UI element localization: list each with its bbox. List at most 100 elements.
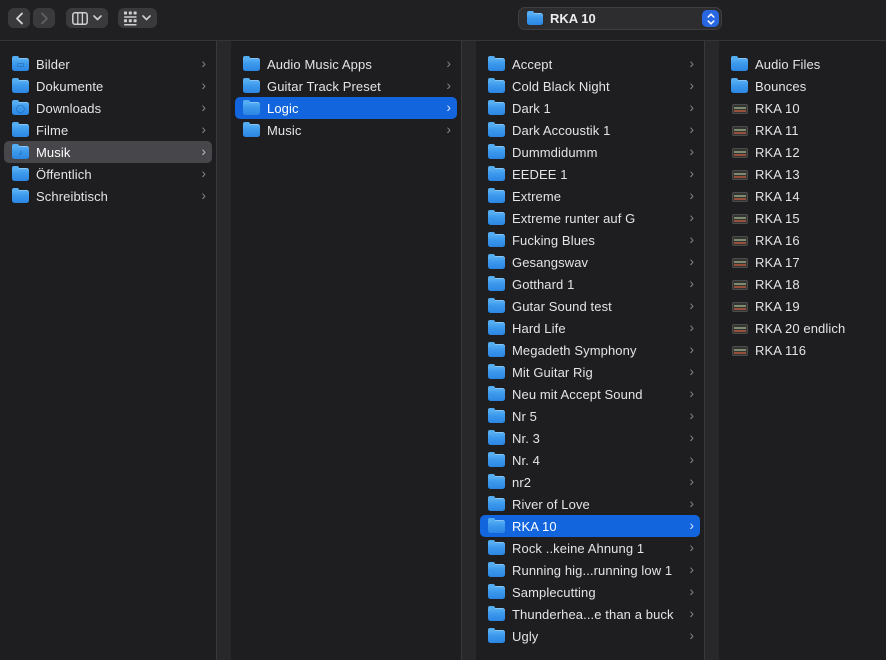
- list-item[interactable]: RKA 20 endlich: [723, 317, 882, 339]
- folder-icon: [488, 146, 505, 159]
- list-item[interactable]: Dummdidumm›: [480, 141, 700, 163]
- list-item[interactable]: RKA 116: [723, 339, 882, 361]
- list-item[interactable]: Rock ..keine Ahnung 1›: [480, 537, 700, 559]
- list-item[interactable]: RKA 16: [723, 229, 882, 251]
- list-item[interactable]: nr2›: [480, 471, 700, 493]
- folder-music-icon: ♪: [12, 146, 29, 159]
- logic-project-file-icon: [732, 302, 748, 312]
- list-item[interactable]: RKA 17: [723, 251, 882, 273]
- list-item[interactable]: Neu mit Accept Sound›: [480, 383, 700, 405]
- list-item[interactable]: ▭Bilder›: [4, 53, 212, 75]
- chevron-right-icon: ›: [689, 188, 694, 202]
- list-item[interactable]: Audio Files: [723, 53, 882, 75]
- list-item[interactable]: EEDEE 1 ›: [480, 163, 700, 185]
- chevron-down-icon: [93, 15, 102, 21]
- list-item[interactable]: RKA 19: [723, 295, 882, 317]
- chevron-right-icon: [40, 12, 49, 25]
- list-item[interactable]: Running hig...running low 1›: [480, 559, 700, 581]
- list-item[interactable]: Accept›: [480, 53, 700, 75]
- item-label: Audio Music Apps: [267, 57, 442, 72]
- list-item[interactable]: Music›: [235, 119, 457, 141]
- list-item[interactable]: Gutar Sound test›: [480, 295, 700, 317]
- list-item[interactable]: Nr. 4›: [480, 449, 700, 471]
- list-item[interactable]: RKA 10: [723, 97, 882, 119]
- location-popup[interactable]: RKA 10: [518, 7, 722, 30]
- folder-icon: [243, 102, 260, 115]
- list-item[interactable]: Nr. 3 ›: [480, 427, 700, 449]
- list-item[interactable]: Dark 1›: [480, 97, 700, 119]
- list-item[interactable]: Mit Guitar Rig›: [480, 361, 700, 383]
- list-item[interactable]: Gesangswav ›: [480, 251, 700, 273]
- chevron-right-icon: ›: [689, 386, 694, 400]
- list-item[interactable]: Bounces: [723, 75, 882, 97]
- list-item[interactable]: Audio Music Apps›: [235, 53, 457, 75]
- chevron-right-icon: ›: [689, 628, 694, 642]
- chevron-right-icon: ›: [689, 496, 694, 510]
- group-view-icon: [124, 11, 137, 26]
- item-label: Extreme runter auf G: [512, 211, 685, 226]
- list-item[interactable]: Schreibtisch›: [4, 185, 212, 207]
- list-item[interactable]: Extreme runter auf G›: [480, 207, 700, 229]
- chevron-right-icon: ›: [201, 144, 206, 158]
- list-item[interactable]: Logic›: [235, 97, 457, 119]
- list-item[interactable]: RKA 12: [723, 141, 882, 163]
- list-item[interactable]: RKA 18: [723, 273, 882, 295]
- list-item[interactable]: RKA 10›: [480, 515, 700, 537]
- folder-documents-icon: [12, 80, 29, 93]
- folder-icon: [488, 432, 505, 445]
- folder-desktop-icon: [12, 190, 29, 203]
- item-label: Logic: [267, 101, 442, 116]
- item-label: Cold Black Night: [512, 79, 685, 94]
- chevron-right-icon: ›: [689, 430, 694, 444]
- chevron-right-icon: ›: [689, 254, 694, 268]
- list-item[interactable]: Cold Black Night›: [480, 75, 700, 97]
- list-item[interactable]: Megadeth Symphony›: [480, 339, 700, 361]
- forward-button[interactable]: [33, 8, 55, 28]
- folder-icon: [243, 58, 260, 71]
- list-item[interactable]: RKA 15: [723, 207, 882, 229]
- list-item[interactable]: Dokumente›: [4, 75, 212, 97]
- up-down-stepper-icon: [702, 10, 719, 27]
- column-divider: [704, 41, 719, 660]
- list-item[interactable]: Gotthard 1›: [480, 273, 700, 295]
- chevron-right-icon: ›: [689, 166, 694, 180]
- item-label: Nr. 3: [512, 431, 685, 446]
- list-item[interactable]: Ugly›: [480, 625, 700, 647]
- list-item[interactable]: RKA 14: [723, 185, 882, 207]
- item-label: EEDEE 1: [512, 167, 685, 182]
- list-item[interactable]: Thunderhea...e than a buck›: [480, 603, 700, 625]
- list-item[interactable]: ♪Musik›: [4, 141, 212, 163]
- folder-icon: [488, 542, 505, 555]
- item-label: Accept: [512, 57, 685, 72]
- list-item[interactable]: Nr 5›: [480, 405, 700, 427]
- column-divider: [216, 41, 231, 660]
- list-item[interactable]: Samplecutting›: [480, 581, 700, 603]
- logic-project-file-icon: [732, 214, 748, 224]
- list-item[interactable]: Dark Accoustik 1›: [480, 119, 700, 141]
- item-label: Gesangswav: [512, 255, 685, 270]
- list-item[interactable]: Filme›: [4, 119, 212, 141]
- chevron-right-icon: ›: [201, 78, 206, 92]
- item-label: Gotthard 1: [512, 277, 685, 292]
- list-item[interactable]: Hard Life›: [480, 317, 700, 339]
- item-label: RKA 10: [512, 519, 685, 534]
- list-item[interactable]: River of Love›: [480, 493, 700, 515]
- column-divider: [461, 41, 476, 660]
- logic-project-file-icon: [732, 258, 748, 268]
- folder-icon: [488, 234, 505, 247]
- folder-icon: [731, 80, 748, 93]
- list-item[interactable]: Guitar Track Preset›: [235, 75, 457, 97]
- list-item[interactable]: ◯Downloads›: [4, 97, 212, 119]
- list-item[interactable]: RKA 13: [723, 163, 882, 185]
- item-label: RKA 14: [755, 189, 876, 204]
- list-item[interactable]: RKA 11: [723, 119, 882, 141]
- column-view-button[interactable]: [66, 8, 108, 28]
- list-item[interactable]: Öffentlich›: [4, 163, 212, 185]
- group-view-button[interactable]: [118, 8, 157, 28]
- folder-icon: [243, 80, 260, 93]
- folder-movies-icon: [12, 124, 29, 137]
- finder-window: RKA 10 ▭Bilder›Dokumente›◯Downloads›Film…: [0, 0, 886, 660]
- list-item[interactable]: Fucking Blues›: [480, 229, 700, 251]
- list-item[interactable]: Extreme›: [480, 185, 700, 207]
- back-button[interactable]: [8, 8, 30, 28]
